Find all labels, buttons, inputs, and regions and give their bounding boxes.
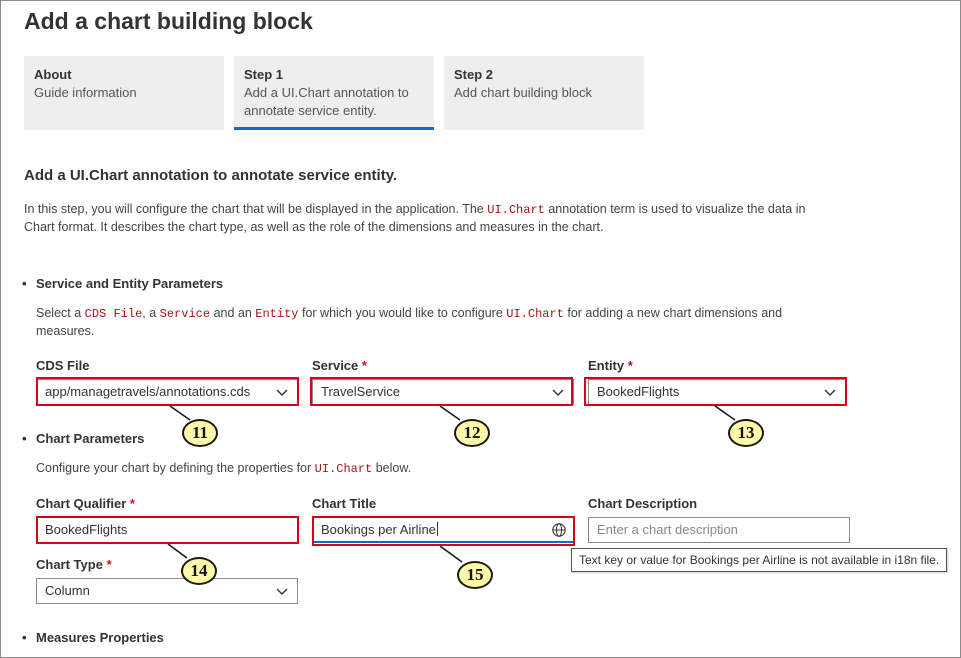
callout-12: 12 xyxy=(454,419,490,447)
callout-14: 14 xyxy=(181,557,217,585)
callout-15: 15 xyxy=(457,561,493,589)
callout-11: 11 xyxy=(182,419,218,447)
callout-leader-lines xyxy=(167,405,736,563)
callout-13: 13 xyxy=(728,419,764,447)
